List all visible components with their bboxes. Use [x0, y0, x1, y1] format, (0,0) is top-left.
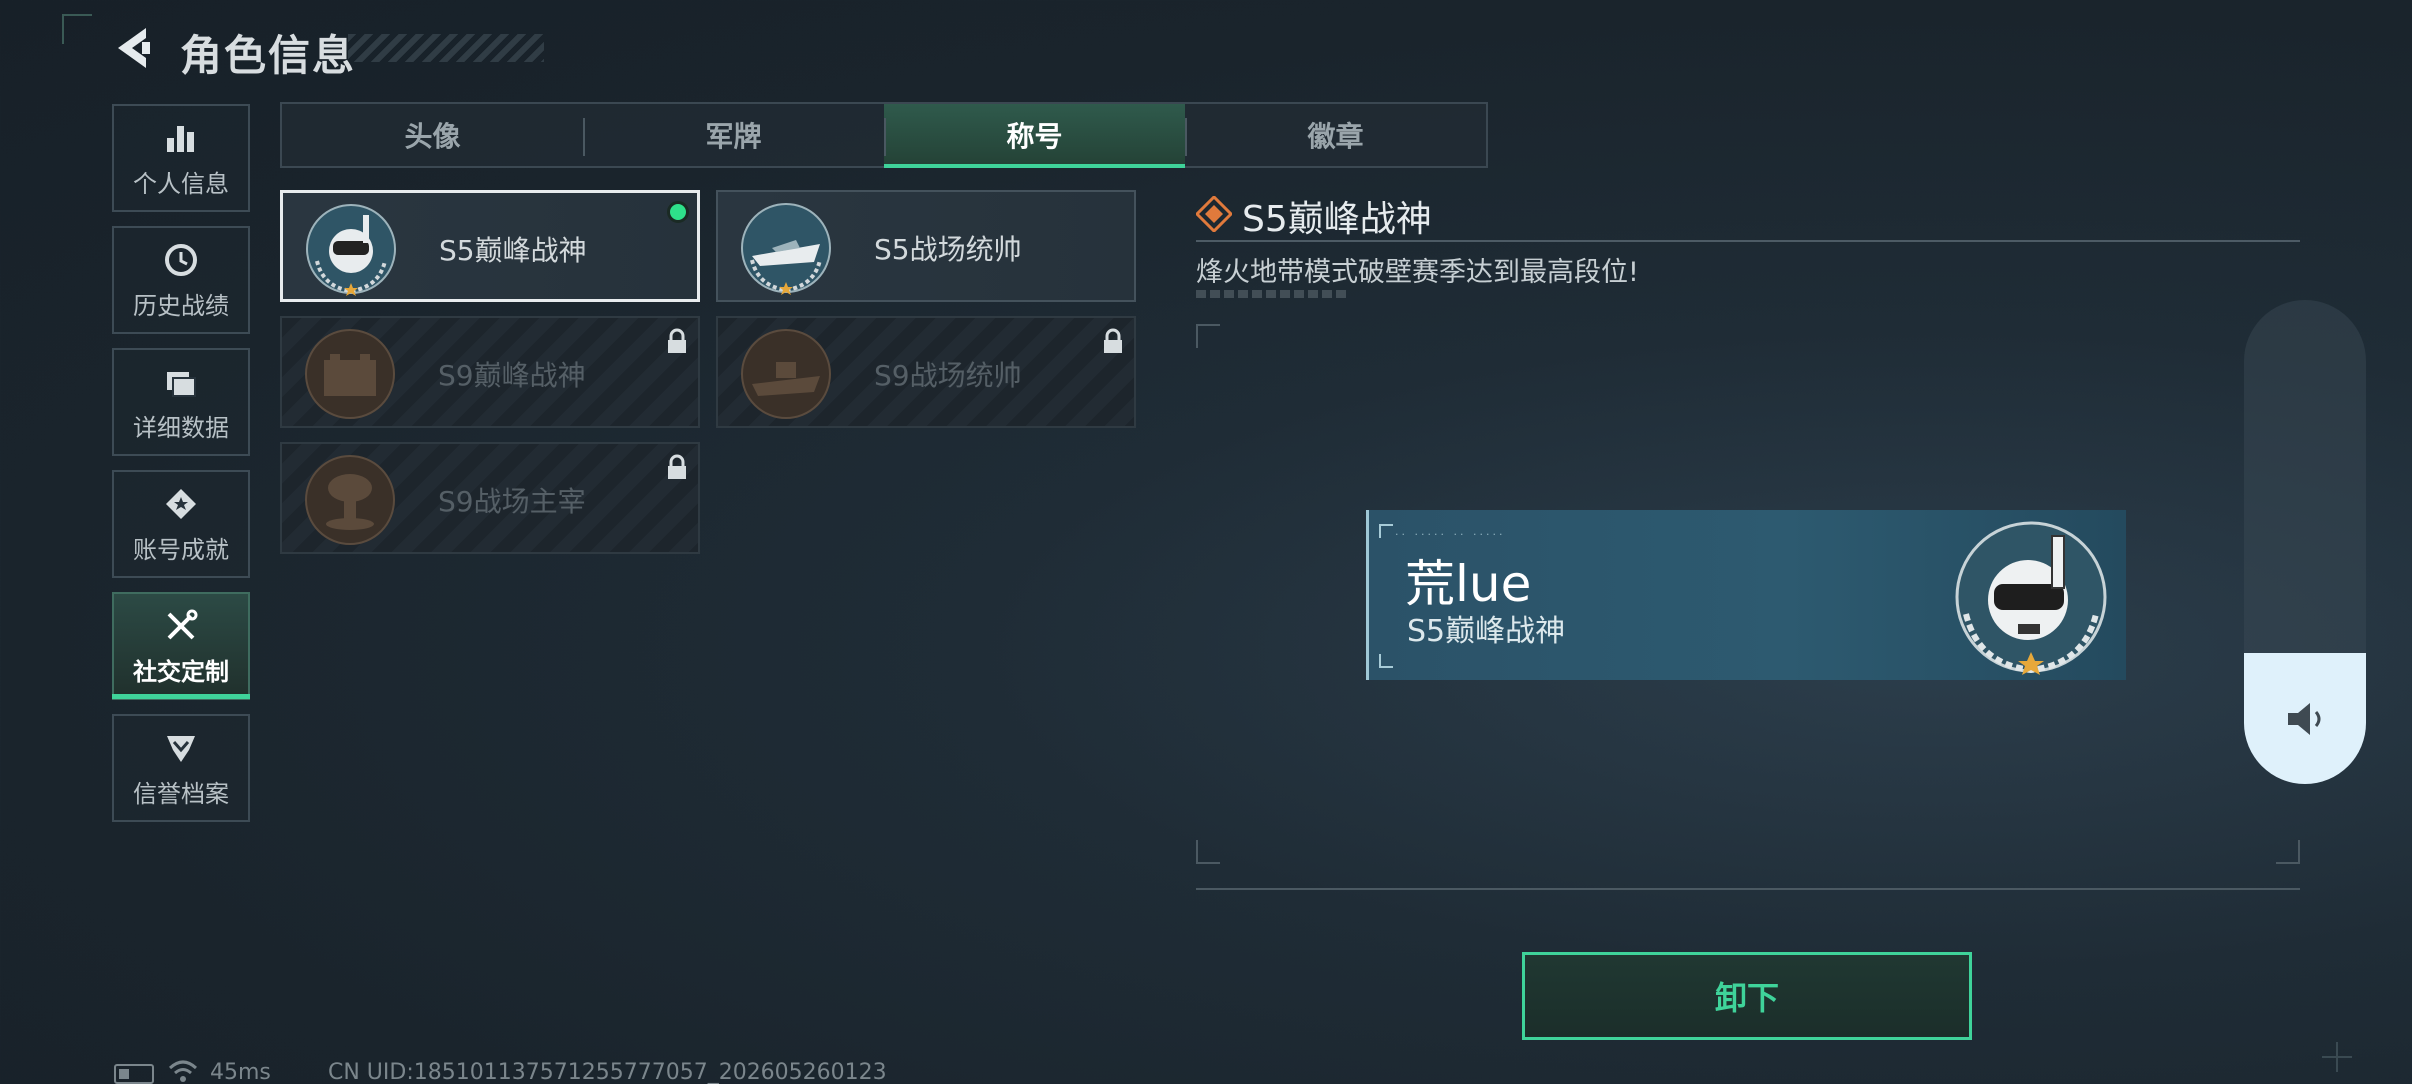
decorative-dashes [1196, 290, 1346, 298]
fortress-medal-icon [305, 329, 395, 419]
tab-title[interactable]: 称号 [884, 104, 1185, 168]
player-title: S5巅峰战神 [1407, 614, 1566, 649]
page-title: 角色信息 [180, 31, 357, 80]
nameplate-micro-text: ·· ····· ·· ····· [1395, 528, 1506, 541]
sidebar-active-indicator [112, 694, 250, 699]
nameplate-corner [1379, 524, 1393, 538]
sidebar-item-label: 详细数据 [133, 413, 229, 442]
preview-corner [2276, 840, 2300, 864]
title-diamond-icon [1196, 196, 1232, 232]
sidebar-item-personal-info[interactable]: 个人信息 [112, 104, 250, 212]
tools-icon [161, 606, 201, 646]
title-name: S5巅峰战神 [439, 234, 587, 267]
back-arrow-icon [118, 28, 150, 68]
back-button[interactable] [112, 24, 156, 72]
title-description: 烽火地带模式破壁赛季达到最高段位! [1196, 257, 1639, 288]
battery-icon [114, 1064, 154, 1084]
sidebar-item-label: 社交定制 [133, 657, 229, 686]
unequip-button[interactable]: 卸下 [1522, 952, 1972, 1040]
corner-decoration [62, 14, 92, 44]
sidebar-item-achievements[interactable]: 账号成就 [112, 470, 250, 578]
folders-icon [161, 362, 201, 402]
title-card[interactable]: S9巅峰战神 [280, 316, 700, 428]
mushroom-cloud-medal-icon [305, 455, 395, 545]
category-tabs: 头像 军牌 称号 徽章 [280, 102, 1488, 168]
achievement-icon [161, 484, 201, 524]
tab-dog-tag[interactable]: 军牌 [583, 104, 884, 166]
preview-corner [1196, 840, 1220, 864]
sidebar-item-label: 个人信息 [133, 169, 229, 198]
sidebar-item-label: 账号成就 [133, 535, 229, 564]
sidebar-item-label: 历史战绩 [133, 291, 229, 320]
nameplate-corner [1379, 654, 1393, 668]
network-ping: 45ms [210, 1060, 271, 1084]
sidebar-item-social-custom[interactable]: 社交定制 [112, 592, 250, 700]
bar-chart-icon [161, 118, 201, 158]
warship-medal-icon [741, 329, 831, 419]
title-card[interactable]: S9战场统帅 [716, 316, 1136, 428]
equipped-indicator [667, 201, 689, 223]
skull-diver-medal-icon [1955, 521, 2107, 675]
credit-icon [161, 728, 201, 768]
lock-icon [1104, 328, 1122, 353]
title-name: S9巅峰战神 [438, 359, 586, 392]
preview-corner [1196, 324, 1220, 348]
sidebar-item-label: 信誉档案 [133, 779, 229, 808]
lock-icon [668, 328, 686, 353]
title-card[interactable]: S5巅峰战神 [280, 190, 700, 302]
title-card[interactable]: S9战场主宰 [280, 442, 700, 554]
sidebar-item-detailed-data[interactable]: 详细数据 [112, 348, 250, 456]
title-name: S5战场统帅 [874, 233, 1022, 266]
speedboat-medal-icon [741, 203, 831, 295]
title-card[interactable]: S5战场统帅 [716, 190, 1136, 302]
title-name: S9战场统帅 [874, 359, 1022, 392]
clock-icon [161, 240, 201, 280]
crosshair-icon [2322, 1042, 2352, 1072]
skull-diver-medal-icon [306, 204, 396, 296]
tab-avatar[interactable]: 头像 [282, 104, 583, 166]
speaker-icon [2288, 703, 2321, 735]
user-uid: CN UID:185101137571255777057_20260526012… [328, 1060, 887, 1084]
sidebar-item-credit-record[interactable]: 信誉档案 [112, 714, 250, 822]
divider [1196, 240, 2300, 242]
tab-badge[interactable]: 徽章 [1185, 104, 1486, 166]
lock-icon [668, 454, 686, 479]
sidebar-item-match-history[interactable]: 历史战绩 [112, 226, 250, 334]
title-name: S9战场主宰 [438, 485, 586, 518]
wifi-icon [168, 1060, 198, 1082]
selected-title-heading: S5巅峰战神 [1242, 199, 1432, 240]
divider [1196, 888, 2300, 890]
title-stripe-decoration [348, 34, 544, 62]
